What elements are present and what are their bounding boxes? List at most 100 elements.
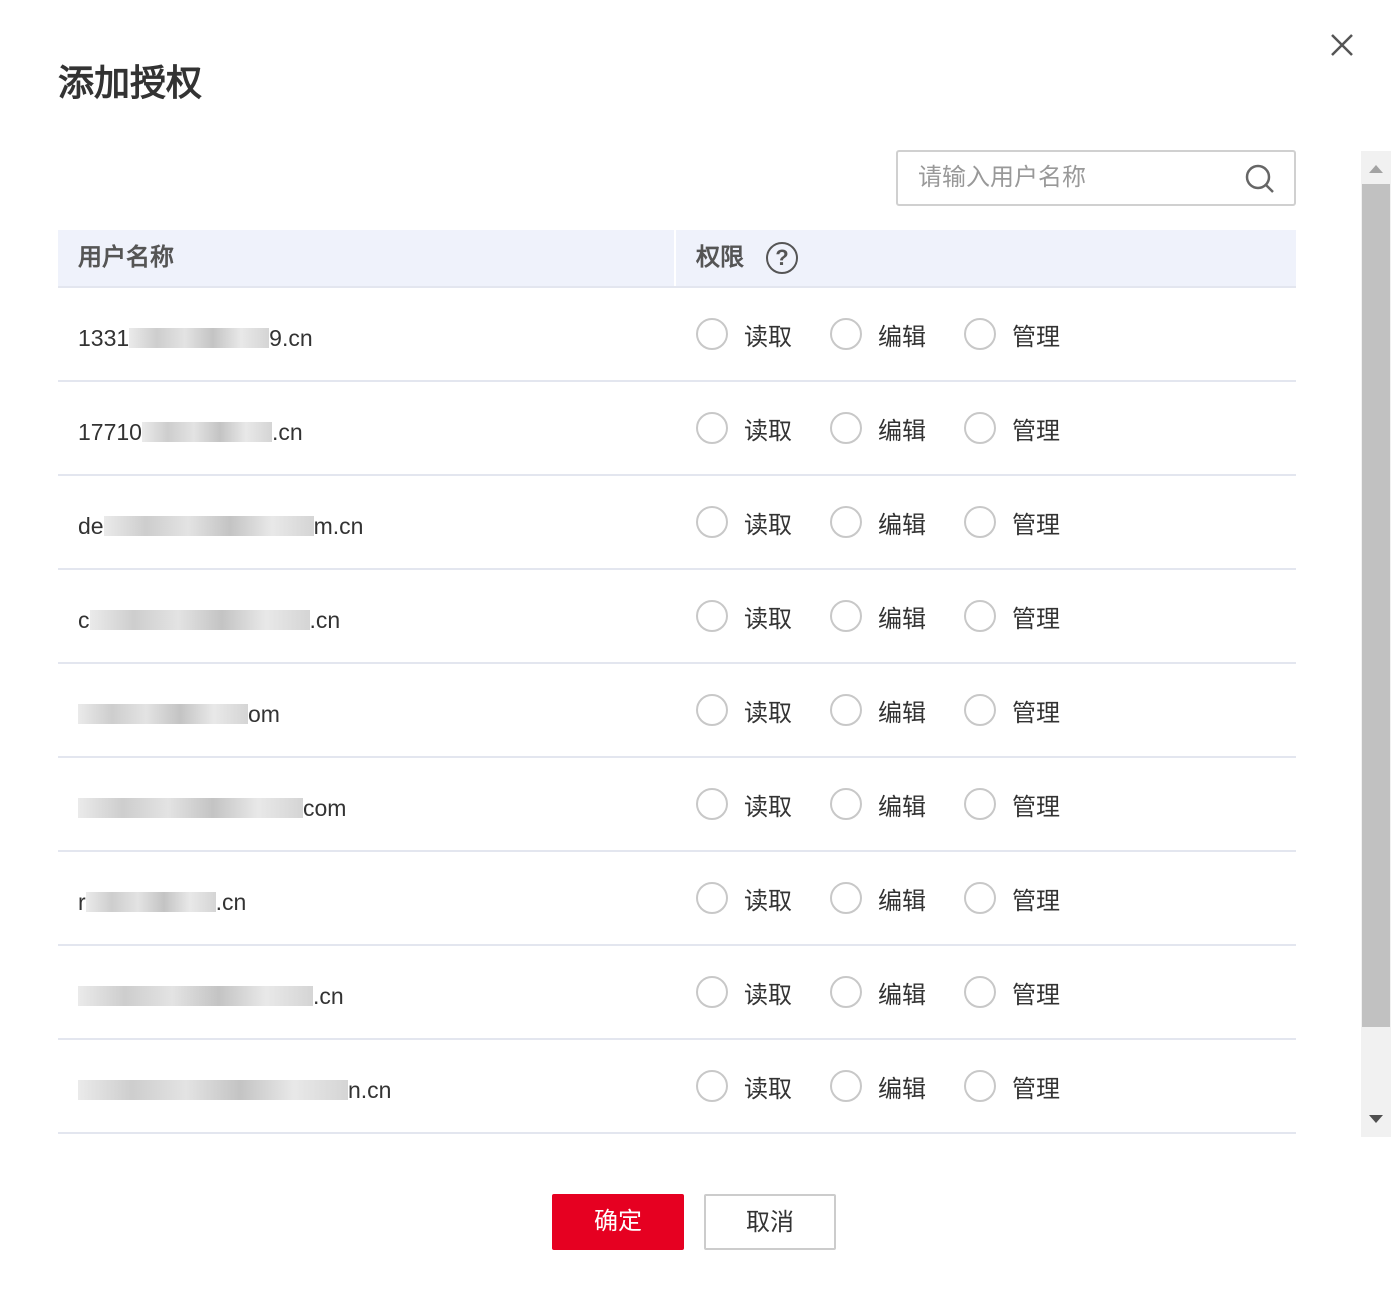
radio-button[interactable]	[696, 694, 728, 726]
permission-option-manage[interactable]: 管理	[964, 975, 1060, 1010]
radio-button[interactable]	[964, 600, 996, 632]
permission-group: 读取 编辑 管理	[676, 693, 1098, 728]
username-cell: r .cn	[58, 889, 676, 916]
radio-button[interactable]	[696, 976, 728, 1008]
permission-label: 读取	[744, 981, 792, 1009]
radio-button[interactable]	[830, 694, 862, 726]
header-permission: 权限 ?	[676, 230, 798, 286]
permission-option-read[interactable]: 读取	[696, 693, 792, 728]
permission-option-edit[interactable]: 编辑	[830, 693, 926, 728]
radio-button[interactable]	[830, 976, 862, 1008]
username-prefix: de	[78, 512, 104, 539]
username-suffix: .cn	[309, 606, 341, 633]
radio-button[interactable]	[696, 882, 728, 914]
radio-button[interactable]	[964, 318, 996, 350]
radio-button[interactable]	[696, 412, 728, 444]
scrollbar-thumb[interactable]	[1362, 184, 1390, 1027]
radio-button[interactable]	[696, 1070, 728, 1102]
permission-option-manage[interactable]: 管理	[964, 411, 1060, 446]
table-row: com 读取 编辑 管理	[58, 758, 1296, 852]
permission-option-manage[interactable]: 管理	[964, 881, 1060, 916]
permission-option-read[interactable]: 读取	[696, 317, 792, 352]
permission-label: 管理	[1012, 887, 1060, 915]
username-suffix: m.cn	[313, 512, 364, 539]
permission-option-read[interactable]: 读取	[696, 787, 792, 822]
permission-label: 编辑	[878, 417, 926, 445]
permission-option-edit[interactable]: 编辑	[830, 881, 926, 916]
permission-option-edit[interactable]: 编辑	[830, 505, 926, 540]
redacted-text	[78, 704, 248, 724]
radio-button[interactable]	[964, 694, 996, 726]
help-icon[interactable]: ?	[766, 242, 798, 274]
redacted-text	[78, 798, 303, 818]
redacted-text	[103, 516, 314, 536]
permission-option-edit[interactable]: 编辑	[830, 317, 926, 352]
close-icon[interactable]	[1328, 31, 1356, 59]
permission-option-edit[interactable]: 编辑	[830, 975, 926, 1010]
radio-button[interactable]	[696, 600, 728, 632]
permission-option-manage[interactable]: 管理	[964, 693, 1060, 728]
scrollbar[interactable]	[1361, 151, 1391, 1137]
table-row: n.cn 读取 编辑 管理	[58, 1040, 1296, 1134]
permission-option-edit[interactable]: 编辑	[830, 1069, 926, 1104]
permission-label: 编辑	[878, 699, 926, 727]
permission-option-edit[interactable]: 编辑	[830, 787, 926, 822]
permission-option-read[interactable]: 读取	[696, 881, 792, 916]
radio-button[interactable]	[830, 788, 862, 820]
table-row: c .cn 读取 编辑 管理	[58, 570, 1296, 664]
cancel-button[interactable]: 取消	[704, 1194, 836, 1250]
radio-button[interactable]	[964, 882, 996, 914]
username-search-input[interactable]	[898, 152, 1218, 204]
permission-group: 读取 编辑 管理	[676, 975, 1098, 1010]
permission-option-manage[interactable]: 管理	[964, 317, 1060, 352]
permission-option-read[interactable]: 读取	[696, 599, 792, 634]
permission-label: 读取	[744, 1075, 792, 1103]
username-suffix: com	[303, 794, 347, 821]
username-suffix: .cn	[215, 888, 247, 915]
table-row: r .cn 读取 编辑 管理	[58, 852, 1296, 946]
table-header: 用户名称 权限 ?	[58, 230, 1296, 288]
permission-option-manage[interactable]: 管理	[964, 599, 1060, 634]
permission-option-edit[interactable]: 编辑	[830, 599, 926, 634]
permission-option-read[interactable]: 读取	[696, 975, 792, 1010]
radio-button[interactable]	[830, 412, 862, 444]
permission-label: 编辑	[878, 981, 926, 1009]
permission-label: 读取	[744, 793, 792, 821]
radio-button[interactable]	[696, 506, 728, 538]
permission-label: 管理	[1012, 511, 1060, 539]
confirm-button[interactable]: 确定	[552, 1194, 684, 1250]
username-prefix: r	[78, 888, 86, 915]
table-body: 1331 9.cn 读取 编辑 管理 17710 .cn 读取 编辑 管理 de m.cn 读取 编辑 管理…	[58, 288, 1296, 1134]
permission-option-manage[interactable]: 管理	[964, 787, 1060, 822]
search-icon[interactable]	[1244, 163, 1276, 195]
permission-option-read[interactable]: 读取	[696, 1069, 792, 1104]
header-username: 用户名称	[58, 230, 676, 286]
permission-option-edit[interactable]: 编辑	[830, 411, 926, 446]
username-prefix: 17710	[78, 418, 142, 445]
permission-option-manage[interactable]: 管理	[964, 1069, 1060, 1104]
table-row: de m.cn 读取 编辑 管理	[58, 476, 1296, 570]
radio-button[interactable]	[964, 412, 996, 444]
radio-button[interactable]	[696, 318, 728, 350]
radio-button[interactable]	[964, 788, 996, 820]
radio-button[interactable]	[964, 976, 996, 1008]
permission-label: 读取	[744, 699, 792, 727]
scroll-up-icon[interactable]	[1369, 165, 1383, 173]
radio-button[interactable]	[830, 600, 862, 632]
radio-button[interactable]	[830, 882, 862, 914]
radio-button[interactable]	[964, 1070, 996, 1102]
permission-option-read[interactable]: 读取	[696, 505, 792, 540]
permission-label: 读取	[744, 511, 792, 539]
permission-option-manage[interactable]: 管理	[964, 505, 1060, 540]
permission-label: 读取	[744, 605, 792, 633]
scroll-down-icon[interactable]	[1369, 1115, 1383, 1123]
radio-button[interactable]	[696, 788, 728, 820]
radio-button[interactable]	[964, 506, 996, 538]
search-box	[896, 150, 1296, 206]
permission-group: 读取 编辑 管理	[676, 317, 1098, 352]
radio-button[interactable]	[830, 506, 862, 538]
radio-button[interactable]	[830, 318, 862, 350]
permission-option-read[interactable]: 读取	[696, 411, 792, 446]
radio-button[interactable]	[830, 1070, 862, 1102]
username-cell: com	[58, 795, 676, 822]
